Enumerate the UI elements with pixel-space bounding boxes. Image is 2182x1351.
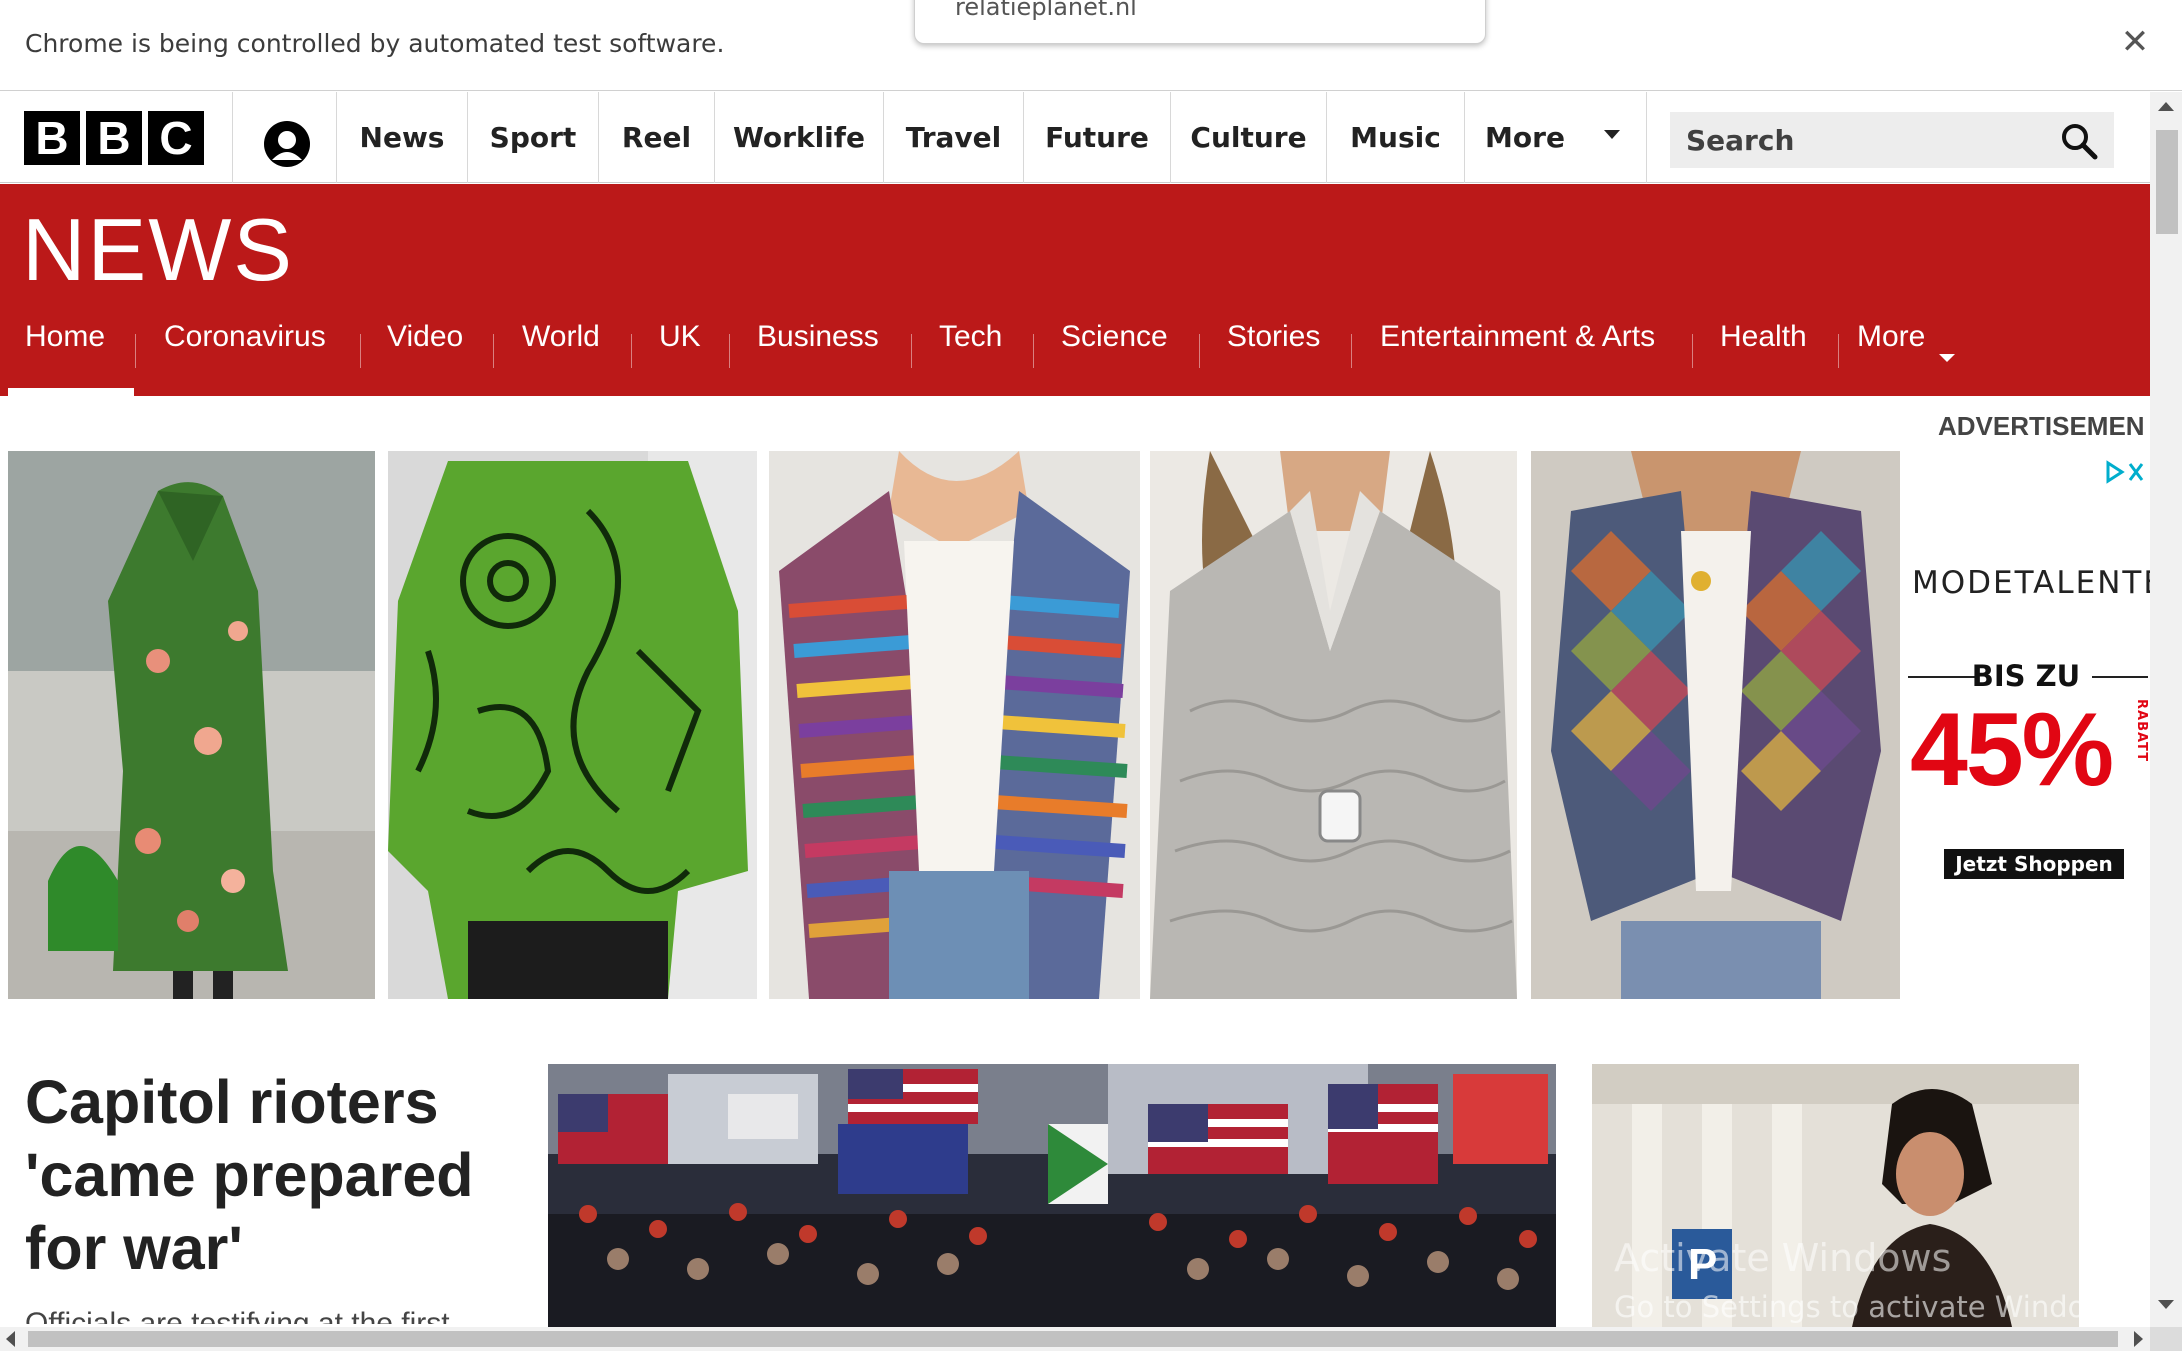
secondary-story-image[interactable]: P [1592, 1064, 2079, 1327]
popup-text: relatieplanet.nl [955, 0, 1137, 21]
horizontal-scroll-thumb[interactable] [28, 1331, 2118, 1347]
nav-divider [1646, 92, 1647, 183]
news-nav-stories[interactable]: Stories [1227, 314, 1320, 380]
activate-windows-subtitle: Go to Settings to activate Windows. [1614, 1290, 2134, 1324]
nav-divider [1351, 334, 1352, 368]
news-nav-world[interactable]: World [522, 314, 600, 380]
account-icon[interactable] [263, 120, 311, 168]
global-nav-worklife[interactable]: Worklife [715, 92, 883, 183]
news-nav-home[interactable]: Home [25, 314, 105, 380]
nav-divider [1838, 334, 1839, 368]
ad-product-patchwork-cardigan[interactable] [1531, 451, 1900, 999]
decorative-line [2092, 676, 2148, 678]
news-wordmark[interactable]: NEWS [22, 206, 294, 294]
global-nav-more[interactable]: More [1465, 92, 1585, 183]
nav-divider [631, 334, 632, 368]
nav-divider [1199, 334, 1200, 368]
nav-divider [911, 334, 912, 368]
infobar-message: Chrome is being controlled by automated … [25, 29, 725, 58]
nav-divider [1692, 334, 1693, 368]
news-nav-business[interactable]: Business [757, 314, 879, 380]
global-nav-travel[interactable]: Travel [884, 92, 1023, 183]
top-story-image[interactable] [548, 1064, 1556, 1327]
nav-divider [360, 334, 361, 368]
top-story-summary[interactable]: Officials are testifying at the first [25, 1300, 505, 1324]
news-nav-science[interactable]: Science [1061, 314, 1168, 380]
search-icon[interactable] [2060, 122, 2098, 160]
ad-banner-modetalente[interactable]: MODETALENTE BIS ZU 45% RABATT Jetzt Shop… [1902, 451, 2150, 999]
scroll-down-arrow-icon[interactable] [2158, 1300, 2174, 1309]
news-header: NEWS Home Coronavirus Video World UK Bus… [0, 184, 2150, 396]
scrollbar-corner [2150, 1327, 2182, 1351]
nav-divider [1033, 334, 1034, 368]
global-nav-reel[interactable]: Reel [599, 92, 714, 183]
global-nav-culture[interactable]: Culture [1171, 92, 1326, 183]
ad-product-grey-lace-sweater[interactable] [1150, 451, 1517, 999]
news-nav-entertainment-arts[interactable]: Entertainment & Arts [1380, 314, 1655, 380]
ad-discount: 45% [1910, 692, 2114, 808]
active-tab-indicator [8, 388, 134, 396]
ad-discount-suffix: RABATT [2134, 699, 2149, 763]
bbc-logo-letter: C [148, 111, 204, 165]
scroll-left-arrow-icon[interactable] [6, 1331, 15, 1347]
browser-popup: relatieplanet.nl [914, 0, 1486, 44]
infobar-close-icon[interactable]: ✕ [2115, 22, 2155, 62]
search-input[interactable] [1670, 112, 2050, 168]
bbc-global-nav: B B C News Sport Reel Worklife Travel Fu… [0, 92, 2150, 183]
news-nav-tech[interactable]: Tech [939, 314, 1002, 380]
global-nav-sport[interactable]: Sport [468, 92, 598, 183]
bbc-logo-letter: B [86, 111, 142, 165]
news-nav-coronavirus[interactable]: Coronavirus [164, 314, 326, 380]
nav-divider [493, 334, 494, 368]
ad-product-green-floral-coat[interactable] [8, 451, 375, 999]
scroll-up-arrow-icon[interactable] [2158, 102, 2174, 111]
vertical-scroll-thumb[interactable] [2156, 130, 2178, 234]
ad-product-green-geometric-sweater[interactable] [388, 451, 757, 999]
ad-shop-button[interactable]: Jetzt Shoppen [1944, 849, 2124, 879]
search-box[interactable] [1670, 112, 2114, 168]
advertisement-label: ADVERTISEMEN [1938, 411, 2145, 441]
bbc-logo[interactable]: B B C [24, 111, 204, 165]
horizontal-scrollbar[interactable] [0, 1327, 2150, 1351]
news-nav-uk[interactable]: UK [659, 314, 701, 380]
vertical-scrollbar[interactable] [2150, 92, 2182, 1327]
global-nav-music[interactable]: Music [1327, 92, 1464, 183]
activate-windows-title: Activate Windows [1614, 1236, 1952, 1280]
global-nav-news[interactable]: News [337, 92, 467, 183]
global-nav-future[interactable]: Future [1024, 92, 1170, 183]
bbc-logo-letter: B [24, 111, 80, 165]
news-nav-health[interactable]: Health [1720, 314, 1807, 380]
ad-brand-name: MODETALENTE [1912, 565, 2150, 601]
adchoices-icon[interactable] [2102, 459, 2146, 485]
ad-product-striped-cardigan[interactable] [769, 451, 1140, 999]
nav-divider [135, 334, 136, 368]
nav-divider [729, 334, 730, 368]
chevron-down-icon[interactable] [1604, 130, 1620, 139]
news-nav-more[interactable]: More [1857, 314, 1925, 380]
nav-divider [232, 92, 233, 183]
top-story-headline[interactable]: Capitol rioters 'came prepared for war' [25, 1066, 505, 1285]
chevron-down-icon[interactable] [1939, 354, 1955, 362]
scroll-right-arrow-icon[interactable] [2134, 1331, 2143, 1347]
news-nav-video[interactable]: Video [387, 314, 463, 380]
